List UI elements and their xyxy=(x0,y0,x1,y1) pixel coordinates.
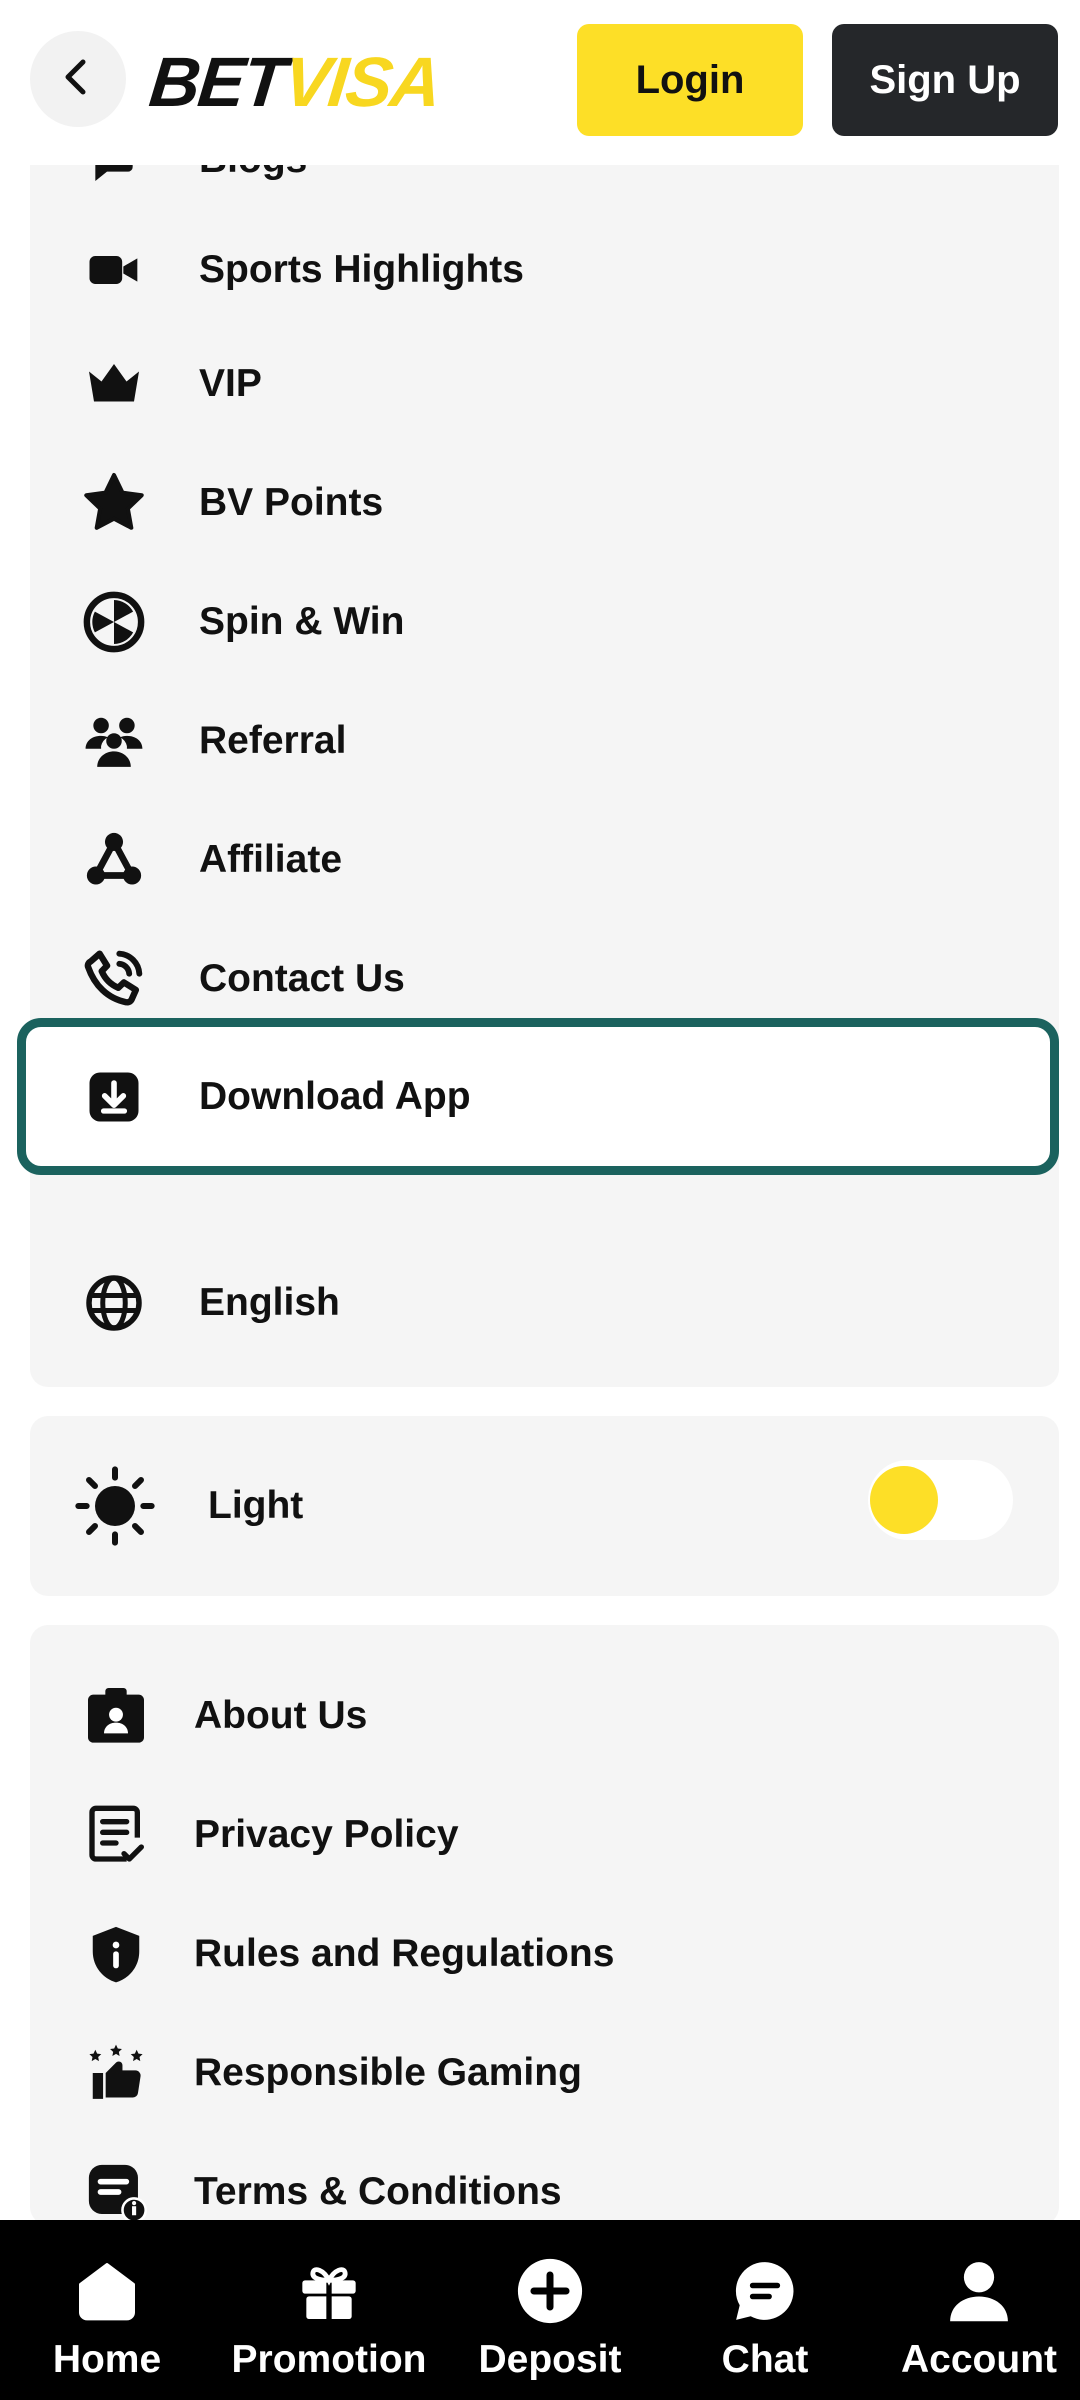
menu-item-label: Affiliate xyxy=(199,838,343,881)
menu-item-privacy-policy[interactable]: Privacy Policy xyxy=(30,1785,1059,1885)
document-check-icon xyxy=(82,1801,150,1869)
nav-label: Promotion xyxy=(231,2338,427,2381)
menu-item-label: VIP xyxy=(199,362,262,405)
nav-chat[interactable]: Chat xyxy=(665,2220,865,2400)
menu-item-label: Spin & Win xyxy=(199,600,405,643)
login-button[interactable]: Login xyxy=(577,24,803,136)
menu-item-label: Rules and Regulations xyxy=(194,1932,615,1975)
plus-circle-icon xyxy=(515,2256,585,2326)
chevron-left-icon xyxy=(58,57,98,102)
nav-promotion[interactable]: Promotion xyxy=(229,2220,429,2400)
nav-home[interactable]: Home xyxy=(7,2220,207,2400)
id-badge-icon xyxy=(82,1682,150,1750)
menu-item-contact-us[interactable]: Contact Us xyxy=(30,929,1059,1029)
logo-text-visa: VISA xyxy=(279,43,444,121)
menu-item-label: About Us xyxy=(194,1694,368,1737)
nav-deposit[interactable]: Deposit xyxy=(450,2220,650,2400)
gift-icon xyxy=(294,2256,364,2326)
menu-item-vip[interactable]: VIP xyxy=(30,334,1059,434)
nav-label: Deposit xyxy=(478,2338,622,2381)
betvisa-logo[interactable]: BETVISA xyxy=(146,42,444,122)
chat-icon xyxy=(730,2256,800,2326)
menu-item-label: Terms & Conditions xyxy=(194,2170,562,2213)
menu-item-label: Responsible Gaming xyxy=(194,2051,582,2094)
network-icon xyxy=(80,826,148,894)
language-label: English xyxy=(199,1281,340,1324)
menu-item-spin-win[interactable]: Spin & Win xyxy=(30,572,1059,672)
crown-icon xyxy=(80,350,148,418)
menu-item-sports-highlights[interactable]: Sports Highlights xyxy=(30,220,1059,320)
menu-item-bv-points[interactable]: BV Points xyxy=(30,453,1059,553)
menu-item-about-us[interactable]: About Us xyxy=(30,1666,1059,1766)
nav-label: Chat xyxy=(721,2338,809,2381)
download-icon xyxy=(80,1063,148,1131)
terms-icon xyxy=(82,2158,150,2225)
menu-item-rules-regulations[interactable]: Rules and Regulations xyxy=(30,1904,1059,2004)
nav-label: Home xyxy=(52,2338,162,2381)
theme-toggle[interactable] xyxy=(868,1460,1013,1540)
menu-item-label: BV Points xyxy=(199,481,384,524)
sign-up-button[interactable]: Sign Up xyxy=(832,24,1058,136)
toggle-knob xyxy=(870,1466,938,1534)
nav-label: Account xyxy=(901,2338,1057,2381)
menu-item-label: Sports Highlights xyxy=(199,248,524,291)
menu-item-terms-conditions[interactable]: Terms & Conditions xyxy=(30,2142,1059,2225)
wheel-icon xyxy=(80,588,148,656)
sun-icon xyxy=(75,1466,155,1546)
theme-label: Light xyxy=(208,1484,304,1527)
video-camera-icon xyxy=(80,236,148,304)
language-card[interactable]: English xyxy=(30,1218,1059,1387)
menu-item-responsible-gaming[interactable]: Responsible Gaming xyxy=(30,2023,1059,2123)
menu-item-affiliate[interactable]: Affiliate xyxy=(30,810,1059,910)
nav-account[interactable]: Account xyxy=(879,2220,1079,2400)
menu-item-label: Contact Us xyxy=(199,957,405,1000)
back-button[interactable] xyxy=(30,31,126,127)
thumbs-up-stars-icon xyxy=(82,2039,150,2107)
top-bar: BETVISA Login Sign Up xyxy=(0,0,1080,165)
download-app-highlight[interactable]: Download App xyxy=(17,1018,1059,1175)
menu-item-label: Download App xyxy=(199,1075,471,1118)
menu-item-label: Privacy Policy xyxy=(194,1813,459,1856)
info-card: About Us Privacy Policy Rules and Regula… xyxy=(30,1625,1059,2225)
phone-icon xyxy=(80,945,148,1013)
menu-item-download-app[interactable]: Download App xyxy=(30,1047,1059,1147)
menu-item-label: Referral xyxy=(199,719,347,762)
bottom-navigation: Home Promotion Deposit Chat Account xyxy=(0,2220,1080,2400)
globe-icon xyxy=(80,1269,148,1337)
people-icon xyxy=(80,707,148,775)
main-menu-card: Blogs Sports Highlights VIP BV Points Sp… xyxy=(30,130,1059,1385)
logo-text-bet: BET xyxy=(145,43,289,121)
shield-info-icon xyxy=(82,1920,150,1988)
star-icon xyxy=(80,469,148,537)
user-icon xyxy=(944,2256,1014,2326)
menu-item-referral[interactable]: Referral xyxy=(30,691,1059,791)
language-selector[interactable]: English xyxy=(30,1253,1059,1353)
home-icon xyxy=(72,2256,142,2326)
